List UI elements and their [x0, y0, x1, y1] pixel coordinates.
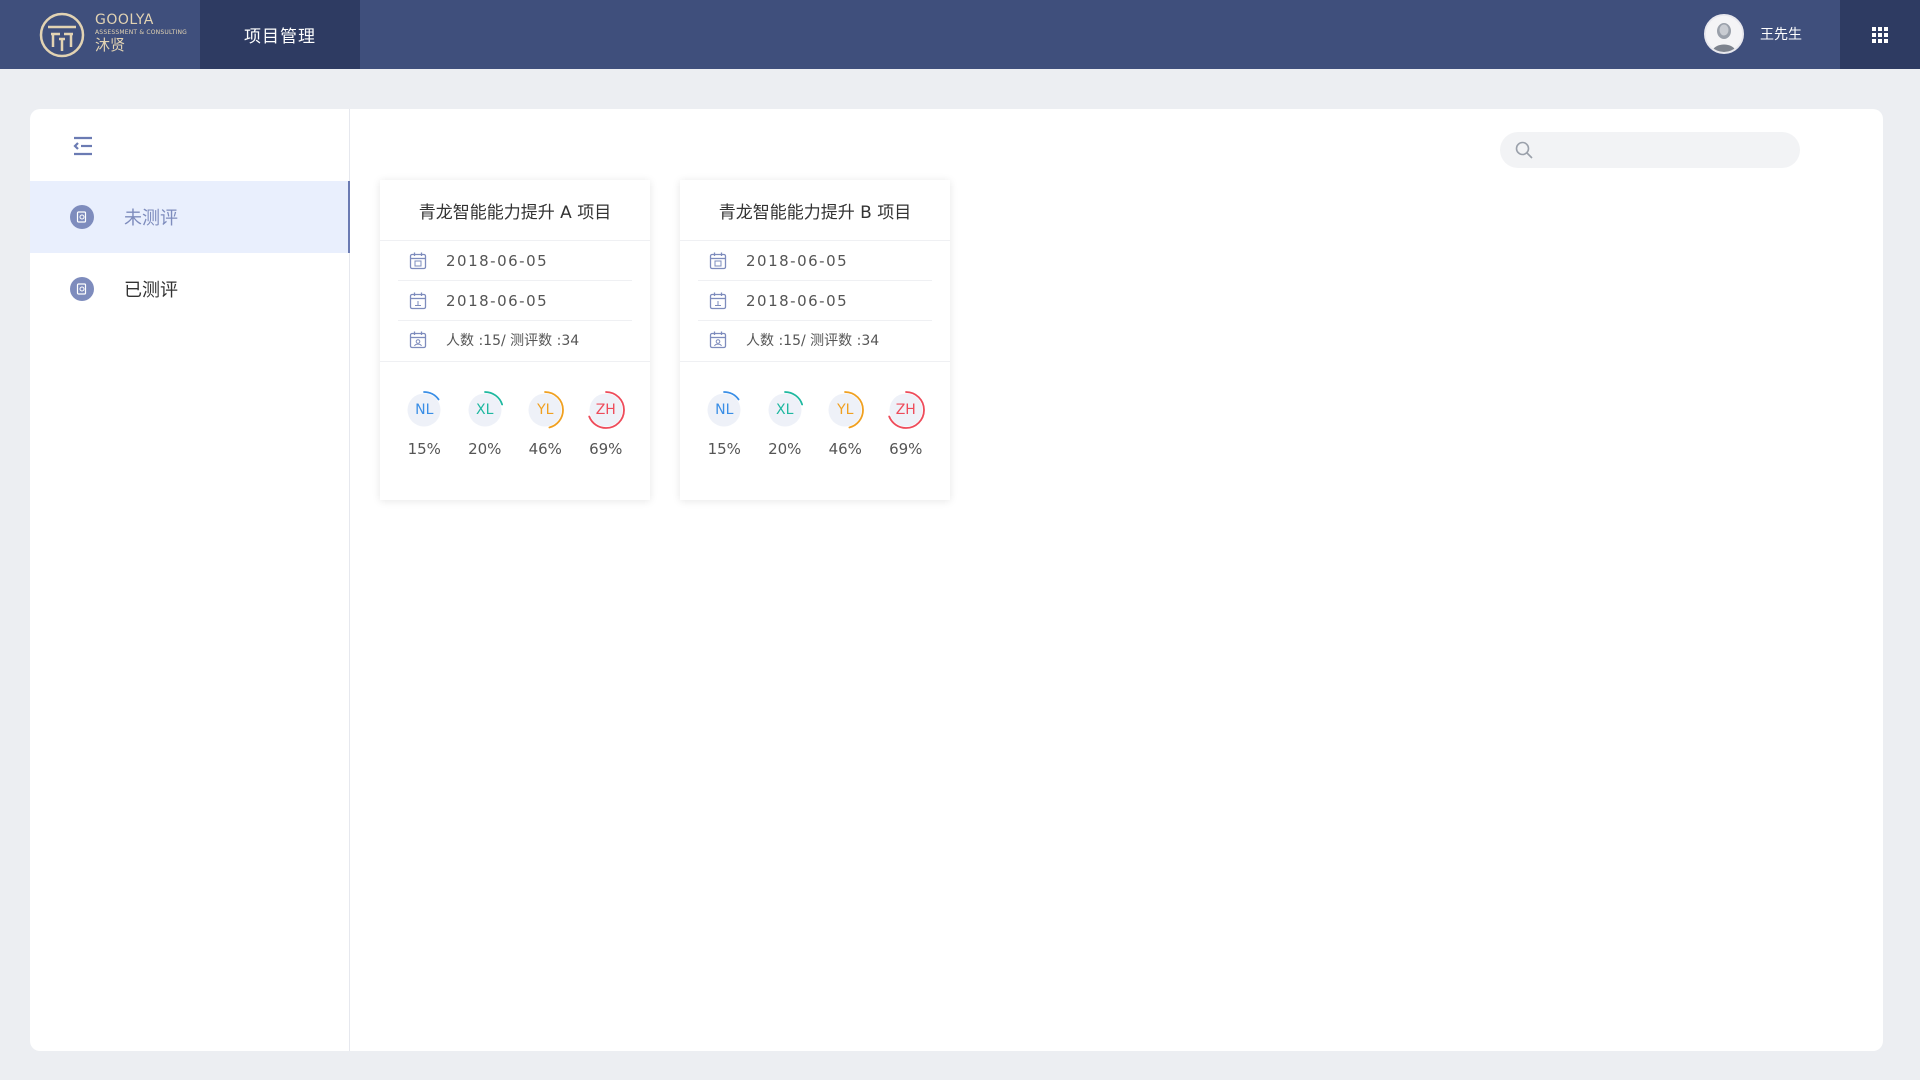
end-date: 2018-06-05 [746, 291, 849, 310]
metric-code: YL [537, 402, 554, 418]
calendar-end-icon [409, 292, 427, 309]
metric-xl: XL 20% [757, 390, 813, 458]
card-title[interactable]: 青龙智能能力提升 B 项目 [680, 180, 950, 241]
progress-ring: YL [825, 390, 865, 430]
end-date-row: 2018-06-05 [698, 281, 932, 321]
start-date-row: 2018-06-05 [398, 241, 632, 281]
metric-percent: 69% [889, 440, 923, 458]
user-name[interactable]: 王先生 [1760, 24, 1802, 44]
calendar-start-icon [709, 252, 727, 269]
document-icon [70, 205, 94, 229]
metric-code: NL [715, 402, 734, 418]
metric-zh: ZH 69% [578, 390, 634, 458]
metric-percent: 20% [468, 440, 502, 458]
document-icon [70, 277, 94, 301]
logo-cn: 沐贤 [95, 36, 126, 54]
sidebar: 未测评 已测评 [30, 109, 350, 1051]
top-bar: GOOLYA ASSESSMENT & CONSULTING 沐贤 项目管理 王… [0, 0, 1920, 69]
user-menu[interactable]: 王先生 [1704, 14, 1802, 54]
logo-en: GOOLYA [95, 12, 154, 28]
progress-ring: ZH [586, 390, 626, 430]
counts-text: 人数 :15/ 测评数 :34 [746, 333, 880, 349]
search-input[interactable] [1544, 132, 1784, 168]
project-card[interactable]: 青龙智能能力提升 B 项目 2018-06-05 2018-06-05 人数:… [680, 180, 950, 500]
metric-code: XL [776, 402, 794, 418]
calendar-people-icon [709, 331, 727, 349]
start-date: 2018-06-05 [746, 251, 849, 270]
start-date: 2018-06-05 [446, 251, 549, 270]
brand-logo[interactable]: GOOLYA ASSESSMENT & CONSULTING 沐贤 [0, 0, 200, 69]
apps-grid-button[interactable] [1840, 0, 1920, 69]
avatar[interactable] [1704, 14, 1744, 54]
metric-nl: NL 15% [696, 390, 752, 458]
progress-ring: XL [465, 390, 505, 430]
metric-code: XL [476, 402, 494, 418]
start-date-row: 2018-06-05 [698, 241, 932, 281]
metric-code: ZH [895, 402, 916, 418]
metric-percent: 15% [407, 440, 441, 458]
calendar-start-icon [409, 252, 427, 269]
main-panel: 未测评 已测评 青龙智能能力提升 A 项目 2018-06-05 2018-06… [30, 109, 1883, 1051]
end-date-row: 2018-06-05 [398, 281, 632, 321]
progress-ring: NL [704, 390, 744, 430]
metric-xl: XL 20% [457, 390, 513, 458]
calendar-people-icon [409, 331, 427, 349]
search-box[interactable] [1500, 132, 1800, 168]
nav-project-management[interactable]: 项目管理 [200, 0, 360, 69]
progress-ring: YL [525, 390, 565, 430]
metrics-row: NL 15% XL 20% YL 46% ZH 69% [380, 362, 650, 458]
metric-nl: NL 15% [396, 390, 452, 458]
avatar-portrait-icon [1706, 16, 1742, 52]
card-title[interactable]: 青龙智能能力提升 A 项目 [380, 180, 650, 241]
sidebar-item-unevaluated[interactable]: 未测评 [30, 181, 350, 253]
counts-text: 人数 :15/ 测评数 :34 [446, 333, 580, 349]
project-card[interactable]: 青龙智能能力提升 A 项目 2018-06-05 2018-06-05 人数:… [380, 180, 650, 500]
counts-row: 人数 :15/ 测评数 :34 [398, 321, 632, 359]
counts-row: 人数 :15/ 测评数 :34 [698, 321, 932, 359]
calendar-end-icon [709, 292, 727, 309]
sidebar-item-label: 未测评 [124, 208, 178, 229]
progress-ring: ZH [886, 390, 926, 430]
metric-yl: YL 46% [517, 390, 573, 458]
apps-grid-icon [1872, 26, 1888, 43]
metric-percent: 46% [828, 440, 862, 458]
progress-ring: XL [765, 390, 805, 430]
metric-zh: ZH 69% [878, 390, 934, 458]
metric-percent: 69% [589, 440, 623, 458]
logo-mark-icon [39, 12, 85, 58]
sidebar-item-evaluated[interactable]: 已测评 [30, 253, 350, 325]
metric-yl: YL 46% [817, 390, 873, 458]
sidebar-item-label: 已测评 [124, 280, 178, 301]
metric-code: ZH [595, 402, 616, 418]
metric-percent: 15% [707, 440, 741, 458]
search-icon [1515, 141, 1533, 159]
metric-percent: 46% [528, 440, 562, 458]
metrics-row: NL 15% XL 20% YL 46% ZH 69% [680, 362, 950, 458]
end-date: 2018-06-05 [446, 291, 549, 310]
metric-percent: 20% [768, 440, 802, 458]
progress-ring: NL [404, 390, 444, 430]
metric-code: NL [415, 402, 434, 418]
collapse-menu-icon[interactable] [68, 131, 98, 161]
metric-code: YL [837, 402, 854, 418]
logo-text: GOOLYA ASSESSMENT & CONSULTING 沐贤 [95, 13, 187, 53]
